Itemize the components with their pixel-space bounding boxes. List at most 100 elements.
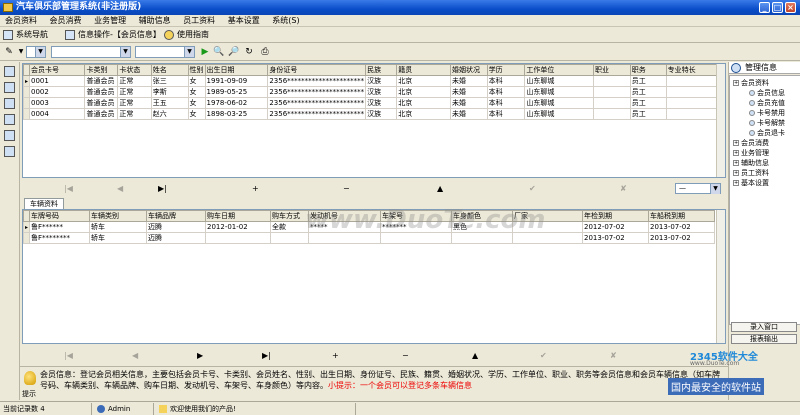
table-cell[interactable]: 2013-07-02 [582,232,650,244]
tree-node[interactable]: 卡号解禁 [749,119,785,128]
table-cell[interactable]: 未婚 [450,86,488,98]
table-cell[interactable]: 2356********************** [267,97,367,109]
table-cell[interactable] [205,232,272,244]
table-cell[interactable]: 迈腾 [146,221,207,233]
table-cell[interactable]: 未婚 [450,108,488,120]
tab-vehicle-data[interactable]: 车辆资料 [24,198,64,209]
close-button[interactable]: × [785,2,796,13]
table-cell[interactable]: 山东聊城 [524,75,594,87]
column-header[interactable]: 姓名 [150,64,189,76]
column-header[interactable]: 年检到期 [582,210,650,222]
cancel-row-icon[interactable]: ✘ [620,184,627,194]
column-header[interactable]: 车船税到期 [648,210,716,222]
table-cell[interactable]: 鲁F******** [29,232,91,244]
table-cell[interactable]: 1991-09-09 [204,75,269,87]
save-record-icon[interactable] [4,114,15,125]
refresh-icon[interactable]: ↻ [244,47,254,57]
table-cell[interactable]: 0002 [29,86,86,98]
table-cell[interactable]: 本科 [486,108,526,120]
table-cell[interactable]: 北京 [396,108,451,120]
filter-icon[interactable] [4,146,15,157]
table-cell[interactable]: 1989-05-25 [204,86,269,98]
table-cell[interactable]: 迈腾 [146,232,207,244]
run-query-icon[interactable]: ▶ [200,47,210,57]
table-cell[interactable]: 女 [187,75,206,87]
delete-record-icon[interactable] [4,98,15,109]
table-cell[interactable]: 普通会员 [84,108,119,120]
column-header[interactable]: 购车日期 [205,210,272,222]
menu-system[interactable]: 系统(S) [267,15,304,27]
member-row[interactable]: ▸ 0001 普通会员 正常 张三女 1991-09-09 2356************… [23,75,725,87]
page-size-select[interactable]: — ▼ [675,183,721,194]
prev-record-icon[interactable]: ◀ [117,184,123,194]
table-cell[interactable]: 轿车 [89,232,148,244]
table-cell[interactable] [593,97,631,109]
table-cell[interactable]: 正常 [117,75,152,87]
table-cell[interactable]: 女 [187,97,206,109]
table-cell[interactable]: 北京 [396,86,451,98]
operator-select[interactable]: ▼ [51,46,131,58]
add-row-icon[interactable]: + [252,184,259,194]
table-cell[interactable]: 王五 [150,97,189,109]
delete-row-icon[interactable]: − [343,184,350,194]
column-header[interactable]: 婚姻状况 [450,64,488,76]
table-cell[interactable]: 北京 [396,97,451,109]
table-cell[interactable]: 山东聊城 [524,86,594,98]
tree-node[interactable]: + 基本设置 [733,179,769,188]
table-cell[interactable]: 本科 [486,86,526,98]
table-cell[interactable] [270,232,310,244]
column-header[interactable]: 籍贯 [396,64,451,76]
tree-node[interactable]: + 员工资料 [733,169,769,178]
column-header[interactable]: 民族 [365,64,398,76]
system-nav-button[interactable]: 系统导航 [2,28,48,42]
add-record-icon[interactable] [4,66,15,77]
post-row-icon[interactable]: ✔ [529,184,536,194]
table-cell[interactable]: 全款 [270,221,310,233]
menu-member-data[interactable]: 会员资料 [0,15,42,27]
table-cell[interactable] [593,108,631,120]
table-cell[interactable]: 员工 [629,86,667,98]
table-cell[interactable]: 北京 [396,75,451,87]
column-header[interactable]: 身份证号 [267,64,367,76]
vehicle-vertical-scrollbar[interactable] [716,210,725,343]
table-cell[interactable]: 本科 [486,75,526,87]
table-cell[interactable]: 0003 [29,97,86,109]
table-cell[interactable]: 张三 [150,75,189,87]
column-header[interactable]: 工作单位 [524,64,594,76]
table-cell[interactable]: 2356********************** [267,108,367,120]
table-cell[interactable]: 2013-07-02 [648,232,716,244]
table-cell[interactable]: 山东聊城 [524,108,594,120]
member-row[interactable]: 0002 普通会员 正常 李斯女 1989-05-25 2356*************… [23,86,725,98]
delete-row-icon[interactable]: − [402,351,409,361]
maximize-button[interactable]: □ [772,2,783,13]
tree-node[interactable]: + 辅助信息 [733,159,769,168]
tree-node[interactable]: 卡号禁用 [749,109,785,118]
table-cell[interactable]: 正常 [117,108,152,120]
menu-business[interactable]: 业务管理 [89,15,131,27]
column-header[interactable]: 职业 [593,64,631,76]
first-record-icon[interactable]: |◀ [64,351,73,361]
table-cell[interactable]: 女 [187,86,206,98]
column-header[interactable]: 会员卡号 [29,64,86,76]
table-cell[interactable]: 员工 [629,75,667,87]
menu-auxiliary[interactable]: 辅助信息 [134,15,176,27]
tree-node[interactable]: + 业务管理 [733,149,769,158]
table-cell[interactable]: 鲁F****** [29,221,91,233]
table-cell[interactable]: 员工 [629,108,667,120]
column-header[interactable]: 购车方式 [270,210,310,222]
table-cell[interactable]: 普通会员 [84,86,119,98]
table-cell[interactable]: 2356********************** [267,75,367,87]
table-cell[interactable]: 0001 [29,75,86,87]
member-vertical-scrollbar[interactable] [716,64,725,177]
table-cell[interactable]: 汉族 [365,75,398,87]
column-header[interactable]: 车辆类别 [89,210,148,222]
post-row-icon[interactable]: ✔ [540,351,547,361]
table-cell[interactable]: 2013-07-02 [648,221,716,233]
table-cell[interactable]: 汉族 [365,86,398,98]
table-cell[interactable]: 1978-06-02 [204,97,269,109]
table-cell[interactable]: 汉族 [365,108,398,120]
table-cell[interactable]: 普通会员 [84,97,119,109]
first-record-icon[interactable]: |◀ [64,184,73,194]
tree-node[interactable]: 会员充值 [749,99,785,108]
table-cell[interactable]: 山东聊城 [524,97,594,109]
